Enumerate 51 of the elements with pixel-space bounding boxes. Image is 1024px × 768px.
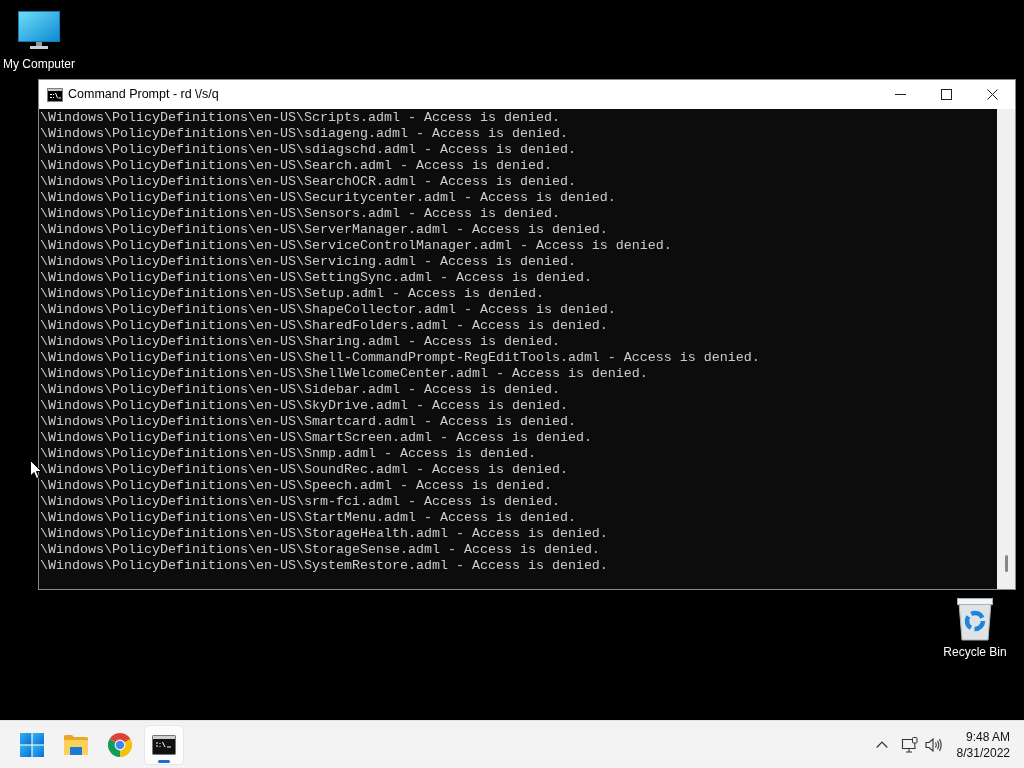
console-line: \Windows\PolicyDefinitions\en-US\Snmp.adml - Access is denied. — [40, 446, 536, 462]
folder-icon — [63, 733, 89, 756]
console-line: \Windows\PolicyDefinitions\en-US\StorageSense.adml - Access is denied. — [40, 542, 600, 558]
console-line: \Windows\PolicyDefinitions\en-US\Securitycenter.adml - Access is denied. — [40, 190, 616, 206]
console-line: \Windows\PolicyDefinitions\en-US\SearchOCR.adml - Access is denied. — [40, 174, 576, 190]
desktop-shortcut[interactable]: Recycle Bin — [936, 594, 1014, 659]
console-line: \Windows\PolicyDefinitions\en-US\SettingSync.adml - Access is denied. — [40, 270, 592, 286]
console-line: \Windows\PolicyDefinitions\en-US\Sharing.adml - Access is denied. — [40, 334, 560, 350]
console-line: \Windows\PolicyDefinitions\en-US\Servicing.adml - Access is denied. — [40, 254, 576, 270]
console-icon — [47, 87, 63, 102]
console-line: \Windows\PolicyDefinitions\en-US\Smartcard.adml - Access is denied. — [40, 414, 576, 430]
recycle-bin-icon — [956, 597, 994, 641]
scrollbar[interactable] — [997, 109, 1015, 589]
console-line: \Windows\PolicyDefinitions\en-US\Scripts.adml - Access is denied. — [40, 110, 560, 126]
console-line: \Windows\PolicyDefinitions\en-US\sdiageng.adml - Access is denied. — [40, 126, 568, 142]
console-line: \Windows\PolicyDefinitions\en-US\sdiagschd.adml - Access is denied. — [40, 142, 576, 158]
scrollbar-thumb[interactable] — [1004, 555, 1008, 572]
console-line: \Windows\PolicyDefinitions\en-US\StorageHealth.adml - Access is denied. — [40, 526, 608, 542]
clock-date: 8/31/2022 — [956, 744, 1010, 761]
chevron-up-icon — [875, 741, 888, 748]
computer-icon — [18, 11, 60, 49]
command-prompt-icon — [152, 734, 176, 755]
console-line: \Windows\PolicyDefinitions\en-US\ShapeCollector.adml - Access is denied. — [40, 302, 616, 318]
console-line: \Windows\PolicyDefinitions\en-US\Shell-CommandPrompt-RegEditTools.adml - Access is denied. — [40, 350, 760, 366]
console-line: \Windows\PolicyDefinitions\en-US\SharedFolders.adml - Access is denied. — [40, 318, 608, 334]
console-line: \Windows\PolicyDefinitions\en-US\srm-fci.adml - Access is denied. — [40, 494, 560, 510]
console-line: \Windows\PolicyDefinitions\en-US\Setup.adml - Access is denied. — [40, 286, 544, 302]
console-line: \Windows\PolicyDefinitions\en-US\SoundRec.adml - Access is denied. — [40, 462, 568, 478]
console-line: \Windows\PolicyDefinitions\en-US\Sensors.adml - Access is denied. — [40, 206, 560, 222]
active-indicator — [158, 759, 170, 763]
console-line: \Windows\PolicyDefinitions\en-US\SystemRestore.adml - Access is denied. — [40, 558, 608, 574]
console-line: \Windows\PolicyDefinitions\en-US\ServerManager.adml - Access is denied. — [40, 222, 608, 238]
command-prompt-button[interactable] — [144, 724, 184, 765]
console-line: \Windows\PolicyDefinitions\en-US\Sidebar.adml - Access is denied. — [40, 382, 560, 398]
desktop-shortcut[interactable]: My Computer — [0, 8, 78, 71]
chrome-icon — [108, 732, 132, 757]
window-title: Command Prompt - rd \/s/q — [68, 86, 219, 104]
wired-network-icon — [901, 736, 919, 753]
console-line: \Windows\PolicyDefinitions\en-US\Search.adml - Access is denied. — [40, 158, 552, 174]
maximize-icon — [940, 89, 952, 100]
console-line: \Windows\PolicyDefinitions\en-US\SmartScreen.adml - Access is denied. — [40, 430, 592, 446]
minimize-icon — [894, 94, 906, 95]
console-line: \Windows\PolicyDefinitions\en-US\ServiceControlManager.adml - Access is denied. — [40, 238, 672, 254]
close-icon — [986, 89, 998, 100]
console-line: \Windows\PolicyDefinitions\en-US\Speech.adml - Access is denied. — [40, 478, 552, 494]
console-line: \Windows\PolicyDefinitions\en-US\StartMenu.adml - Access is denied. — [40, 510, 576, 526]
speaker-icon — [925, 737, 943, 752]
console-line: \Windows\PolicyDefinitions\en-US\SkyDrive.adml - Access is denied. — [40, 398, 568, 414]
console-line: \Windows\PolicyDefinitions\en-US\ShellWelcomeCenter.adml - Access is denied. — [40, 366, 648, 382]
clock-time: 9:48 AM — [965, 728, 1010, 745]
windows-logo-icon — [20, 732, 44, 757]
